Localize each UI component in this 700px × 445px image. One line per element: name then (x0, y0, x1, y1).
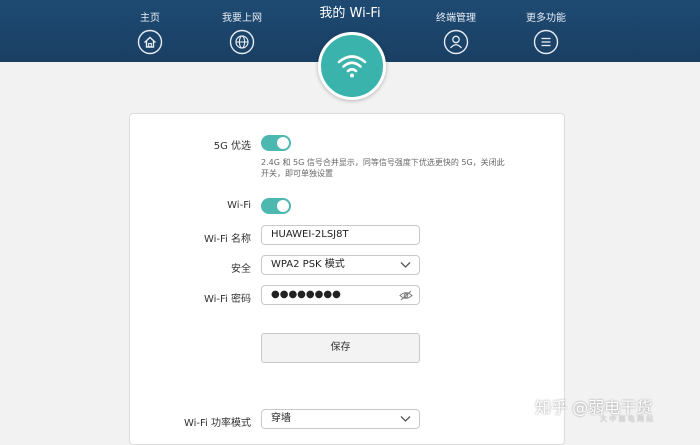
power-mode-select[interactable]: 穿墙 (261, 409, 420, 429)
wifi-icon (337, 55, 367, 78)
chevron-down-icon (400, 262, 411, 268)
fiveg-hint: 2.4G 和 5G 信号合并显示，同等信号强度下优选更快的 5G，关闭此开关，即… (261, 158, 505, 178)
nav-wifi[interactable]: 我的 Wi-Fi (300, 6, 400, 22)
password-value: ●●●●●●●● (271, 289, 341, 300)
nav-devices[interactable]: 终端管理 (426, 12, 486, 55)
wifi-active-badge[interactable] (318, 32, 386, 100)
nav-wifi-label: 我的 Wi-Fi (319, 6, 381, 21)
save-button[interactable]: 保存 (261, 333, 420, 363)
wifi-name-input[interactable]: HUAWEI-2LSJ8T (261, 225, 420, 245)
power-mode-label: Wi-Fi 功率模式 (183, 418, 251, 429)
security-select[interactable]: WPA2 PSK 模式 (261, 255, 420, 275)
nav-home[interactable]: 主页 (120, 12, 180, 55)
nav-home-label: 主页 (140, 13, 160, 24)
watermark-sub: 大 中 弱 电 网 站 (600, 415, 654, 423)
eye-off-icon[interactable] (399, 290, 413, 301)
nav-devices-label: 终端管理 (436, 13, 476, 24)
security-value: WPA2 PSK 模式 (271, 259, 345, 270)
chevron-down-icon (400, 416, 411, 422)
nav-internet[interactable]: 我要上网 (212, 12, 272, 55)
fiveg-label: 5G 优选 (213, 141, 251, 152)
password-label: Wi-Fi 密码 (203, 294, 251, 305)
nav-more[interactable]: 更多功能 (516, 12, 576, 55)
wifi-name-label: Wi-Fi 名称 (203, 234, 251, 245)
menu-icon (533, 29, 559, 55)
wifi-toggle[interactable] (261, 198, 291, 214)
fiveg-toggle[interactable] (261, 135, 291, 151)
nav-internet-label: 我要上网 (222, 13, 262, 24)
wifi-name-value: HUAWEI-2LSJ8T (271, 229, 349, 240)
security-label: 安全 (231, 264, 251, 275)
password-input[interactable]: ●●●●●●●● (261, 285, 420, 305)
user-icon (443, 29, 469, 55)
power-mode-value: 穿墙 (271, 413, 291, 424)
home-icon (137, 29, 163, 55)
globe-icon (229, 29, 255, 55)
wifi-label: Wi-Fi (227, 200, 251, 211)
nav-more-label: 更多功能 (526, 13, 566, 24)
